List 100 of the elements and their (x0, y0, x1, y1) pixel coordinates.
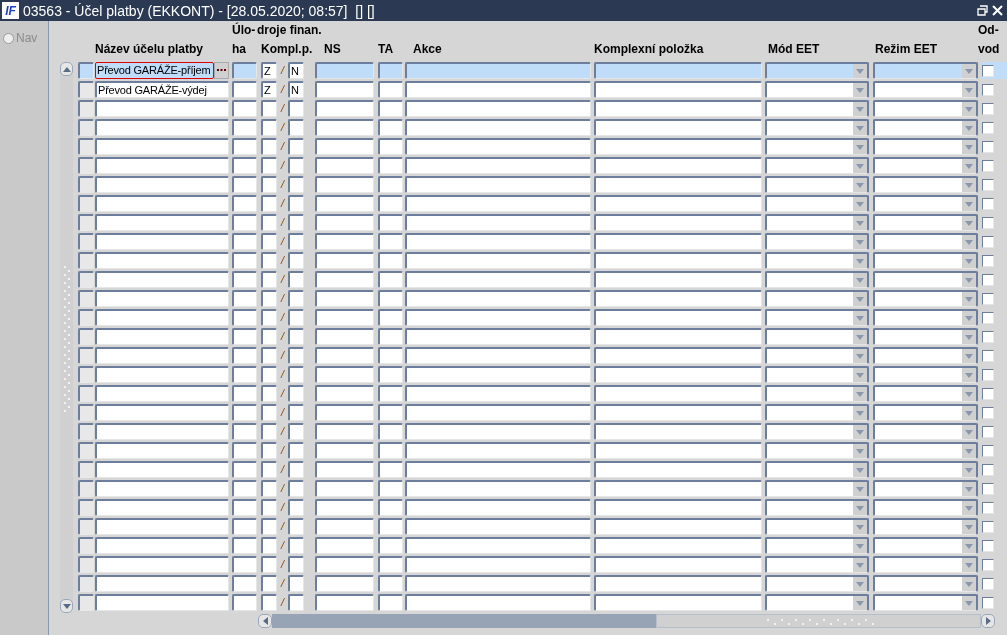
complement-field[interactable] (288, 499, 304, 516)
action-field[interactable] (405, 309, 591, 326)
ta-field[interactable] (378, 423, 403, 440)
source-field[interactable] (261, 499, 277, 516)
task-field[interactable] (232, 499, 257, 516)
record-indicator[interactable] (78, 347, 94, 364)
transfer-checkbox[interactable] (982, 159, 994, 172)
source-field[interactable] (261, 366, 277, 383)
complex-item-field[interactable] (594, 62, 762, 79)
transfer-checkbox[interactable] (982, 596, 994, 609)
ns-field[interactable] (315, 366, 374, 383)
eet-mode-dropdown[interactable] (765, 385, 869, 402)
complement-field[interactable] (288, 480, 304, 497)
source-field[interactable] (261, 233, 277, 250)
complex-item-field[interactable] (594, 176, 762, 193)
record-indicator[interactable] (78, 461, 94, 478)
name-field[interactable] (95, 214, 229, 231)
name-field[interactable] (95, 404, 229, 421)
complement-field[interactable] (288, 328, 304, 345)
eet-mode-dropdown[interactable] (765, 309, 869, 326)
source-field[interactable] (261, 157, 277, 174)
action-field[interactable] (405, 423, 591, 440)
action-field[interactable] (405, 81, 591, 98)
eet-mode-dropdown[interactable] (765, 290, 869, 307)
complement-field[interactable] (288, 119, 304, 136)
record-indicator[interactable] (78, 176, 94, 193)
vertical-scrollbar[interactable] (60, 62, 73, 613)
complement-field[interactable] (288, 442, 304, 459)
eet-regime-dropdown[interactable] (873, 119, 978, 136)
ta-field[interactable] (378, 252, 403, 269)
complex-item-field[interactable] (594, 214, 762, 231)
complement-field[interactable] (288, 575, 304, 592)
complex-item-field[interactable] (594, 556, 762, 573)
action-field[interactable] (405, 366, 591, 383)
eet-mode-dropdown[interactable] (765, 138, 869, 155)
source-field[interactable] (261, 290, 277, 307)
record-indicator[interactable] (78, 404, 94, 421)
record-indicator[interactable] (78, 119, 94, 136)
record-indicator[interactable] (78, 423, 94, 440)
complement-field[interactable]: N (288, 81, 304, 98)
ns-field[interactable] (315, 195, 374, 212)
task-field[interactable] (232, 271, 257, 288)
complement-field[interactable] (288, 176, 304, 193)
transfer-checkbox[interactable] (982, 140, 994, 153)
transfer-checkbox[interactable] (982, 292, 994, 305)
task-field[interactable] (232, 594, 257, 611)
eet-regime-dropdown[interactable] (873, 271, 978, 288)
eet-mode-dropdown[interactable] (765, 81, 869, 98)
eet-mode-dropdown[interactable] (765, 233, 869, 250)
name-field[interactable] (95, 423, 229, 440)
ns-field[interactable] (315, 594, 374, 611)
ns-field[interactable] (315, 518, 374, 535)
task-field[interactable] (232, 328, 257, 345)
eet-mode-dropdown[interactable] (765, 594, 869, 611)
ta-field[interactable] (378, 385, 403, 402)
complement-field[interactable]: N (288, 62, 304, 79)
complex-item-field[interactable] (594, 594, 762, 611)
record-indicator[interactable] (78, 138, 94, 155)
task-field[interactable] (232, 290, 257, 307)
eet-regime-dropdown[interactable] (873, 594, 978, 611)
action-field[interactable] (405, 499, 591, 516)
eet-mode-dropdown[interactable] (765, 176, 869, 193)
eet-regime-dropdown[interactable] (873, 309, 978, 326)
complex-item-field[interactable] (594, 499, 762, 516)
ns-field[interactable] (315, 81, 374, 98)
complex-item-field[interactable] (594, 328, 762, 345)
eet-regime-dropdown[interactable] (873, 404, 978, 421)
ta-field[interactable] (378, 461, 403, 478)
transfer-checkbox[interactable] (982, 254, 994, 267)
complement-field[interactable] (288, 556, 304, 573)
restore-icon[interactable] (977, 5, 988, 16)
source-field[interactable] (261, 119, 277, 136)
ta-field[interactable] (378, 271, 403, 288)
task-field[interactable] (232, 81, 257, 98)
transfer-checkbox[interactable] (982, 349, 994, 362)
action-field[interactable] (405, 119, 591, 136)
task-field[interactable] (232, 537, 257, 554)
eet-regime-dropdown[interactable] (873, 195, 978, 212)
source-field[interactable] (261, 385, 277, 402)
ta-field[interactable] (378, 404, 403, 421)
ns-field[interactable] (315, 575, 374, 592)
scroll-thumb[interactable] (656, 614, 981, 628)
eet-mode-dropdown[interactable] (765, 214, 869, 231)
task-field[interactable] (232, 138, 257, 155)
name-field[interactable] (95, 347, 229, 364)
record-indicator[interactable] (78, 328, 94, 345)
name-field[interactable] (95, 537, 229, 554)
complex-item-field[interactable] (594, 119, 762, 136)
complement-field[interactable] (288, 594, 304, 611)
action-field[interactable] (405, 176, 591, 193)
scroll-left-button[interactable] (258, 614, 272, 628)
task-field[interactable] (232, 556, 257, 573)
task-field[interactable] (232, 214, 257, 231)
complex-item-field[interactable] (594, 347, 762, 364)
ns-field[interactable] (315, 442, 374, 459)
ta-field[interactable] (378, 594, 403, 611)
ns-field[interactable] (315, 62, 374, 79)
source-field[interactable] (261, 271, 277, 288)
eet-mode-dropdown[interactable] (765, 480, 869, 497)
task-field[interactable] (232, 176, 257, 193)
